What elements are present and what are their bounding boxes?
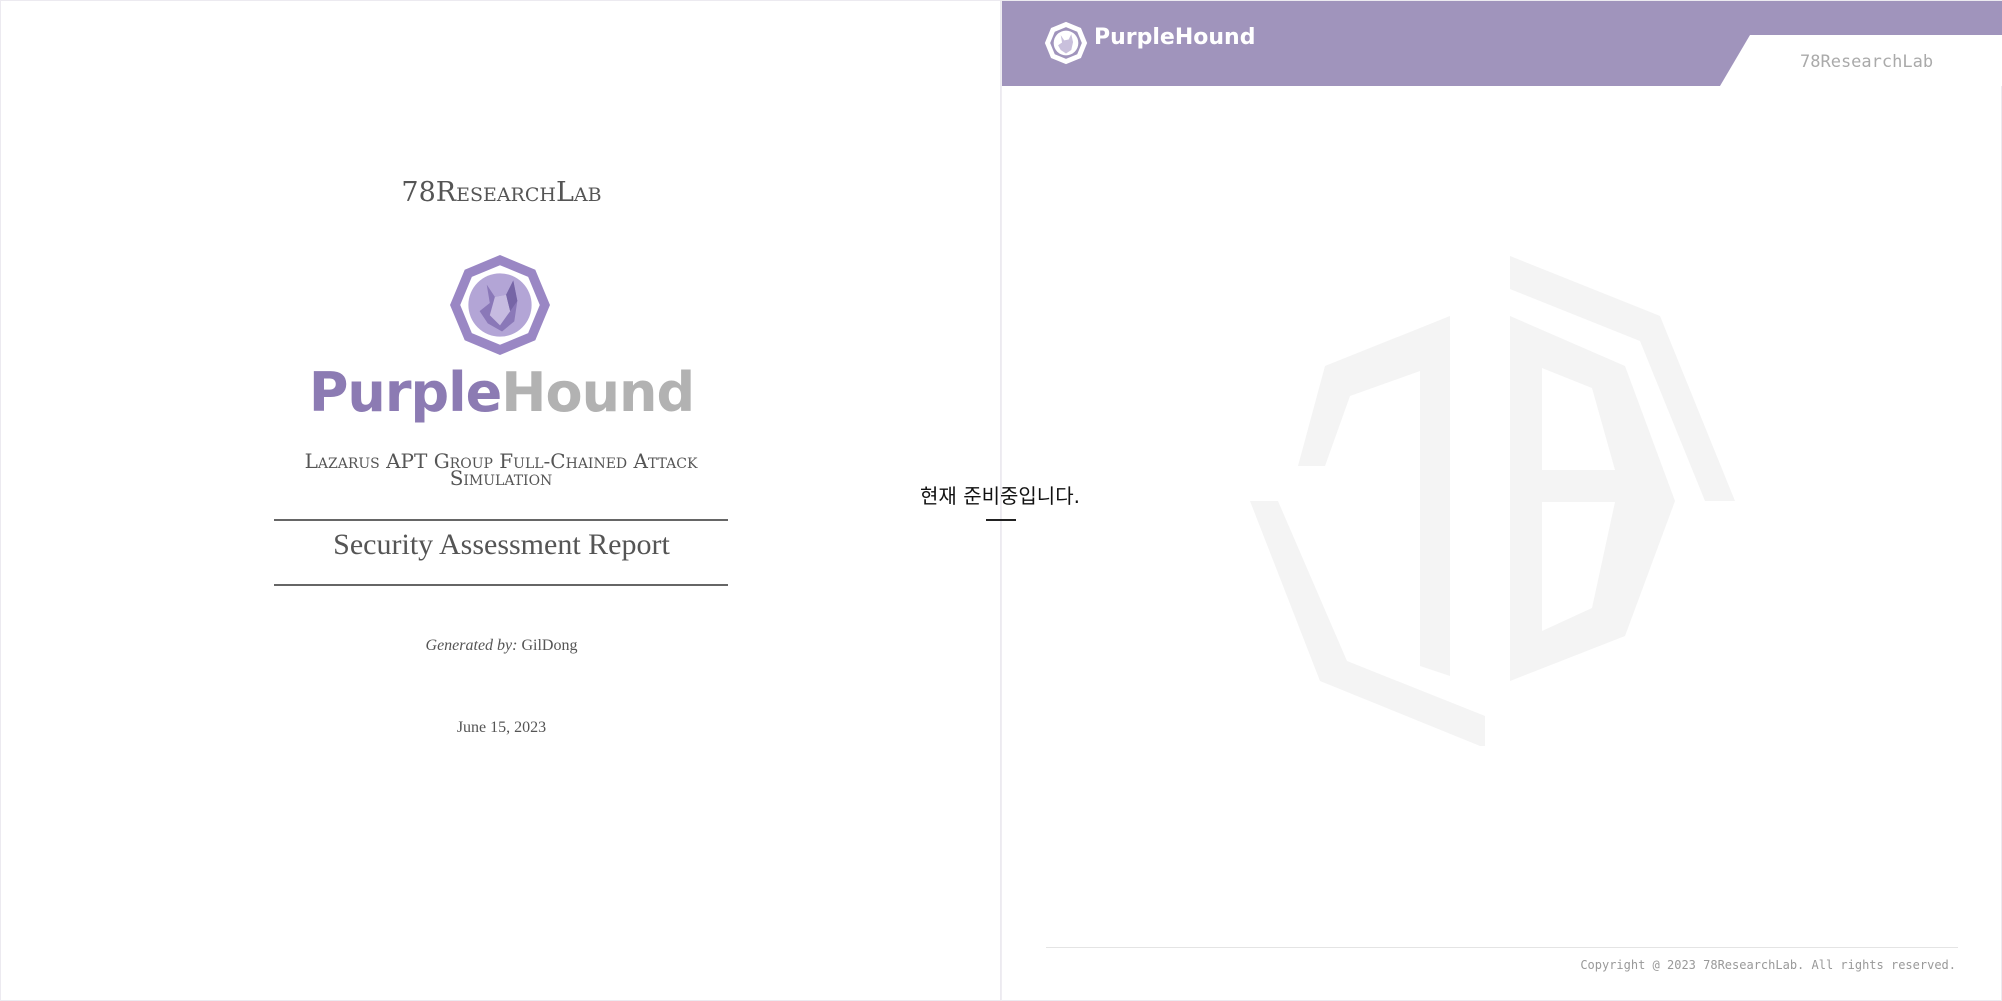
report-date: June 15, 2023 xyxy=(456,719,547,736)
copyright-text: Copyright @ 2023 78ResearchLab. All righ… xyxy=(1580,958,1956,972)
generated-by-label: Generated by: xyxy=(425,637,518,654)
lab-name: 78ResearchLab xyxy=(401,177,602,208)
notice-underline xyxy=(986,519,1016,521)
report-title: Security Assessment Report xyxy=(333,528,670,561)
purplehound-emblem-icon xyxy=(450,255,550,355)
footer-rule xyxy=(1046,947,1958,948)
header-brand: PurpleHound xyxy=(1094,25,1256,50)
cover-page: 78ResearchLab PurpleHound Lazarus APT Gr… xyxy=(0,0,1001,1001)
content-page: PurpleHound 78ResearchLab Copyright @ 20… xyxy=(1001,0,2002,1001)
generated-by-author: GilDong xyxy=(521,637,578,654)
report-subtitle: Lazarus APT Group Full-Chained Attack Si… xyxy=(304,449,698,490)
preparing-notice: 현재 준비중입니다. xyxy=(920,484,1080,508)
brand-wordmark: PurpleHound xyxy=(1,361,1002,424)
title-rule-bottom xyxy=(274,584,728,586)
header-tab-label: 78ResearchLab xyxy=(1800,52,1934,72)
78-watermark-icon xyxy=(1250,256,1735,746)
brand-wordmark-hound: Hound xyxy=(501,361,695,424)
page-header: PurpleHound xyxy=(1002,1,2002,86)
generated-by: Generated by: GilDong xyxy=(1,637,1002,655)
title-rule-top xyxy=(274,519,728,521)
brand-wordmark-purple: Purple xyxy=(308,361,502,424)
purplehound-logo-icon xyxy=(1044,21,1088,65)
